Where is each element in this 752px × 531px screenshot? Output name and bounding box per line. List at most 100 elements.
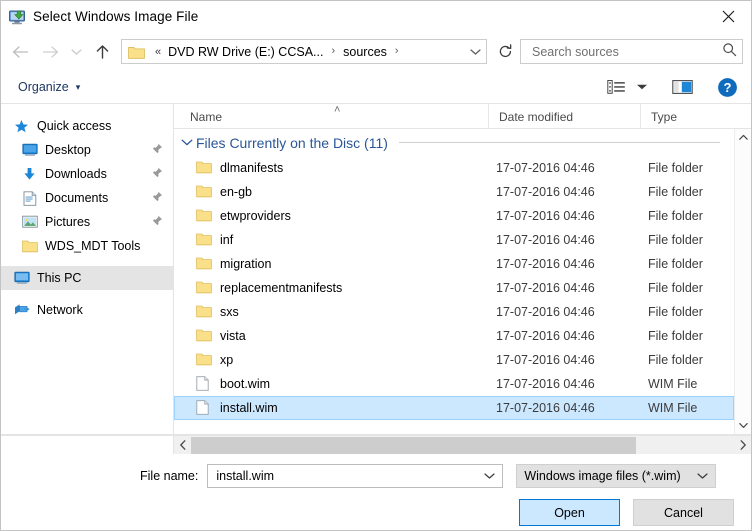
file-list-pane: ˄ Name Date modified Type Files Currentl… <box>174 104 751 434</box>
sidebar-item-wds-mdt-tools[interactable]: WDS_MDT Tools <box>1 234 173 258</box>
group-header-label: Files Currently on the Disc (11) <box>196 134 388 151</box>
chevron-down-icon[interactable] <box>178 138 196 147</box>
this-pc-icon <box>13 270 30 286</box>
network-icon <box>13 302 30 318</box>
navigation-sidebar: Quick access Desktop Downloads Documents… <box>1 104 174 434</box>
preview-pane-button[interactable] <box>667 74 698 100</box>
file-name-dropdown-chevron-down-icon[interactable] <box>479 472 500 480</box>
table-row[interactable]: migration 17-07-2016 04:46 File folder <box>174 252 734 276</box>
scroll-down-arrow-icon[interactable] <box>735 417 752 434</box>
file-name-text: etwproviders <box>220 209 291 223</box>
sidebar-item-this-pc[interactable]: This PC <box>1 266 173 290</box>
search-box[interactable] <box>520 39 743 64</box>
type-cell: File folder <box>648 329 703 343</box>
sidebar-item-documents[interactable]: Documents <box>1 186 173 210</box>
desktop-icon <box>21 142 38 158</box>
pin-icon[interactable] <box>152 143 163 157</box>
help-button[interactable]: ? <box>712 74 743 100</box>
breadcrumb-item-sources[interactable]: sources <box>342 45 388 59</box>
file-name-label: File name: <box>140 469 199 483</box>
date-modified-cell: 17-07-2016 04:46 <box>496 209 595 223</box>
sidebar-item-label: Desktop <box>45 143 91 157</box>
breadcrumb-item-drive[interactable]: DVD RW Drive (E:) CCSA... <box>167 45 324 59</box>
date-modified-cell: 17-07-2016 04:46 <box>496 281 595 295</box>
table-row[interactable]: vista 17-07-2016 04:46 File folder <box>174 324 734 348</box>
table-row[interactable]: boot.wim 17-07-2016 04:46 WIM File <box>174 372 734 396</box>
title-bar: Select Windows Image File <box>1 1 751 32</box>
table-row[interactable]: xp 17-07-2016 04:46 File folder <box>174 348 734 372</box>
date-modified-cell: 17-07-2016 04:46 <box>496 377 595 391</box>
deployment-image-icon <box>8 8 26 26</box>
column-header-date-modified[interactable]: Date modified <box>488 104 640 128</box>
type-cell: File folder <box>648 257 703 271</box>
cancel-button[interactable]: Cancel <box>633 499 734 526</box>
pin-icon[interactable] <box>152 191 163 205</box>
scroll-left-arrow-icon[interactable] <box>174 440 191 450</box>
file-name-input[interactable] <box>214 468 480 484</box>
svg-text:?: ? <box>724 80 732 95</box>
navigation-bar: « DVD RW Drive (E:) CCSA... › sources › <box>1 32 751 71</box>
file-name-text: en-gb <box>220 185 252 199</box>
search-input[interactable] <box>530 43 722 60</box>
sidebar-item-label: Quick access <box>37 119 112 133</box>
column-label: Date modified <box>499 110 574 124</box>
sidebar-item-desktop[interactable]: Desktop <box>1 138 173 162</box>
file-name-cell: vista <box>175 328 485 344</box>
refresh-button[interactable] <box>493 40 517 64</box>
file-name-cell: inf <box>175 232 485 248</box>
file-name-cell: sxs <box>175 304 485 320</box>
open-button[interactable]: Open <box>519 499 620 526</box>
date-modified-cell: 17-07-2016 04:46 <box>496 305 595 319</box>
folder-icon <box>196 280 212 296</box>
horizontal-scroll-thumb[interactable] <box>191 436 637 454</box>
pin-icon[interactable] <box>152 215 163 229</box>
column-header-name[interactable]: Name <box>178 104 488 128</box>
filter-chevron-down-icon[interactable] <box>692 472 713 480</box>
column-header-type[interactable]: Type <box>640 104 751 128</box>
file-name-cell: etwproviders <box>175 208 485 224</box>
scroll-up-arrow-icon[interactable] <box>735 129 752 146</box>
file-name-combobox[interactable] <box>207 464 504 488</box>
forward-button[interactable] <box>35 37 65 67</box>
table-row[interactable]: en-gb 17-07-2016 04:46 File folder <box>174 180 734 204</box>
breadcrumb: « DVD RW Drive (E:) CCSA... › sources › <box>150 45 464 59</box>
group-header[interactable]: Files Currently on the Disc (11) <box>174 129 734 156</box>
folder-icon <box>128 45 145 59</box>
sidebar-item-network[interactable]: Network <box>1 298 173 322</box>
table-row[interactable]: inf 17-07-2016 04:46 File folder <box>174 228 734 252</box>
table-row[interactable]: replacementmanifests 17-07-2016 04:46 File… <box>174 276 734 300</box>
sidebar-item-downloads[interactable]: Downloads <box>1 162 173 186</box>
sidebar-item-quick-access[interactable]: Quick access <box>1 114 173 138</box>
address-dropdown-chevron-down-icon[interactable] <box>464 40 486 63</box>
pin-icon[interactable] <box>152 167 163 181</box>
organize-button[interactable]: Organize ▾ <box>13 77 85 97</box>
type-cell: File folder <box>648 185 703 199</box>
sidebar-item-pictures[interactable]: Pictures <box>1 210 173 234</box>
address-bar[interactable]: « DVD RW Drive (E:) CCSA... › sources › <box>121 39 487 64</box>
documents-icon <box>21 190 38 206</box>
folder-icon <box>196 160 212 176</box>
column-label: Name <box>190 110 223 124</box>
sidebar-item-label: Documents <box>45 191 109 205</box>
file-name-text: install.wim <box>220 401 278 415</box>
date-modified-cell: 17-07-2016 04:46 <box>496 401 595 415</box>
close-button[interactable] <box>706 1 751 32</box>
file-type-filter-dropdown[interactable]: Windows image files (*.wim) <box>516 464 717 488</box>
table-row[interactable]: dlmanifests 17-07-2016 04:46 File folder <box>174 156 734 180</box>
table-row[interactable]: etwproviders 17-07-2016 04:46 File folder <box>174 204 734 228</box>
date-modified-cell: 17-07-2016 04:46 <box>496 353 595 367</box>
vertical-scrollbar[interactable] <box>734 129 751 434</box>
back-button[interactable] <box>5 37 35 67</box>
table-row[interactable]: install.wim 17-07-2016 04:46 WIM File <box>174 396 734 420</box>
horizontal-scroll-track[interactable] <box>191 436 734 454</box>
recent-locations-chevron-down-icon[interactable] <box>65 37 87 67</box>
scroll-right-arrow-icon[interactable] <box>734 440 751 450</box>
table-row[interactable]: sxs 17-07-2016 04:46 File folder <box>174 300 734 324</box>
up-button[interactable] <box>87 37 117 67</box>
view-options-dropdown[interactable] <box>631 74 653 100</box>
breadcrumb-overflow-icon[interactable]: « <box>150 46 167 58</box>
search-icon[interactable] <box>722 42 737 62</box>
breadcrumb-separator-icon: › <box>331 45 336 57</box>
view-options-button[interactable] <box>602 74 631 100</box>
